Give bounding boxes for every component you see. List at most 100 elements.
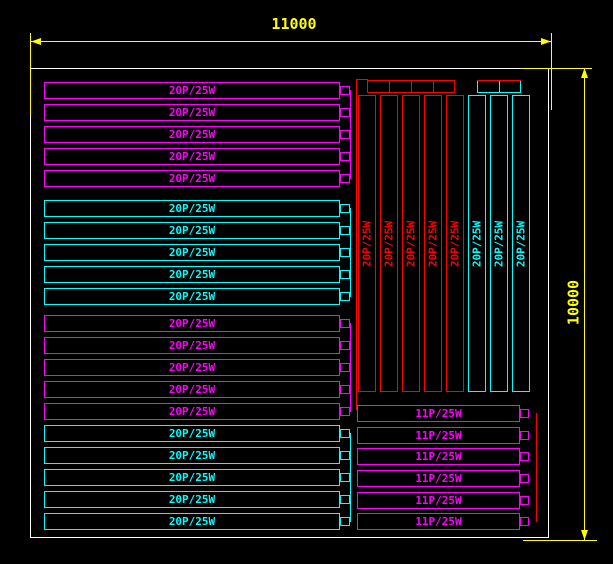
connector-stub[interactable] — [340, 108, 350, 117]
bottom-lamp-bar[interactable]: 11P/25W — [357, 405, 520, 422]
cap-top-line — [367, 80, 455, 81]
lamp-bar-label: 20P/25W — [169, 516, 215, 527]
horizontal-lamp-bar[interactable]: 20P/25W — [44, 359, 340, 376]
lamp-bar-label: 20P/25W — [169, 269, 215, 280]
vertical-lamp-bar[interactable]: 20P/25W — [446, 95, 464, 392]
horizontal-lamp-bar[interactable]: 20P/25W — [44, 469, 340, 486]
connector-stub[interactable] — [340, 130, 350, 139]
group-bus-line[interactable] — [350, 433, 351, 522]
horizontal-lamp-bar[interactable]: 20P/25W — [44, 315, 340, 332]
lamp-bar-label: 20P/25W — [169, 203, 215, 214]
vertical-lamp-bar[interactable]: 20P/25W — [358, 95, 376, 392]
horizontal-lamp-bar[interactable]: 20P/25W — [44, 425, 340, 442]
horizontal-lamp-bar[interactable]: 20P/25W — [44, 82, 340, 99]
height-dimension-line[interactable] — [584, 68, 585, 540]
horizontal-lamp-bar[interactable]: 20P/25W — [44, 200, 340, 217]
horizontal-lamp-bar[interactable]: 20P/25W — [44, 222, 340, 239]
lamp-bar-label: 20P/25W — [169, 406, 215, 417]
bottom-lamp-bar[interactable]: 11P/25W — [357, 448, 520, 465]
connector-stub[interactable] — [340, 341, 350, 350]
connector-stub[interactable] — [520, 474, 529, 483]
lamp-bar-label: 11P/25W — [415, 516, 461, 527]
connector-stub[interactable] — [340, 363, 350, 372]
vertical-lamp-bar[interactable]: 20P/25W — [402, 95, 420, 392]
vertical-lamp-bar[interactable]: 20P/25W — [468, 95, 486, 392]
lamp-bar-label: 20P/25W — [169, 129, 215, 140]
lamp-bar-label: 20P/25W — [471, 220, 484, 266]
connector-stub[interactable] — [340, 86, 350, 95]
lamp-bar-label: 20P/25W — [493, 220, 506, 266]
vertical-lamp-bar[interactable]: 20P/25W — [490, 95, 508, 392]
connector-stub[interactable] — [520, 431, 529, 440]
lamp-bar-label: 20P/25W — [169, 247, 215, 258]
connector-stub[interactable] — [340, 270, 350, 279]
lamp-bar-label: 20P/25W — [169, 384, 215, 395]
connector-stub[interactable] — [520, 496, 529, 505]
cap-divider — [433, 80, 434, 93]
connector-stub[interactable] — [340, 248, 350, 257]
horizontal-lamp-bar[interactable]: 20P/25W — [44, 104, 340, 121]
lamp-bar-label: 11P/25W — [415, 430, 461, 441]
width-dimension-label: 11000 — [266, 17, 322, 32]
lamp-bar-label: 20P/25W — [383, 220, 396, 266]
connector-stub[interactable] — [340, 407, 350, 416]
lamp-bar-label: 20P/25W — [515, 220, 528, 266]
group-bus-line[interactable] — [350, 90, 351, 179]
lamp-bar-label: 11P/25W — [415, 473, 461, 484]
connector-stub[interactable] — [520, 452, 529, 461]
horizontal-lamp-bar[interactable]: 20P/25W — [44, 447, 340, 464]
height-dimension-extension-top — [521, 68, 592, 69]
cad-drawing-canvas[interactable]: 11000 10000 20P/25W20P/25W20P/25W20P/25W… — [0, 0, 613, 564]
connector-stub[interactable] — [340, 174, 350, 183]
vertical-lamp-bar[interactable]: 20P/25W — [424, 95, 442, 392]
connector-stub[interactable] — [520, 517, 529, 526]
width-dimension-line[interactable] — [31, 41, 551, 42]
connector-stub[interactable] — [340, 517, 350, 526]
lamp-bar-label: 11P/25W — [415, 451, 461, 462]
connector-stub[interactable] — [340, 204, 350, 213]
connector-stub[interactable] — [340, 429, 350, 438]
cap-top-line — [477, 80, 521, 81]
horizontal-lamp-bar[interactable]: 20P/25W — [44, 403, 340, 420]
horizontal-lamp-bar[interactable]: 20P/25W — [44, 288, 340, 305]
lamp-bar-label: 20P/25W — [405, 220, 418, 266]
width-dimension-extension-right — [551, 33, 552, 110]
connector-stub[interactable] — [340, 226, 350, 235]
horizontal-lamp-bar[interactable]: 20P/25W — [44, 266, 340, 283]
connector-stub[interactable] — [340, 385, 350, 394]
bottom-lamp-bar[interactable]: 11P/25W — [357, 492, 520, 509]
bottom-lamp-bar[interactable]: 11P/25W — [357, 513, 520, 530]
horizontal-lamp-bar[interactable]: 20P/25W — [44, 337, 340, 354]
group-bus-line[interactable] — [350, 208, 351, 297]
lamp-bar-label: 20P/25W — [169, 173, 215, 184]
connector-stub[interactable] — [520, 409, 529, 418]
connector-stub[interactable] — [340, 152, 350, 161]
lamp-bar-label: 20P/25W — [169, 340, 215, 351]
connector-stub[interactable] — [340, 451, 350, 460]
lamp-bar-label: 20P/25W — [169, 151, 215, 162]
bottom-lamp-bar[interactable]: 11P/25W — [357, 427, 520, 444]
horizontal-lamp-bar[interactable]: 20P/25W — [44, 491, 340, 508]
horizontal-lamp-bar[interactable]: 20P/25W — [44, 170, 340, 187]
horizontal-lamp-bar[interactable]: 20P/25W — [44, 148, 340, 165]
vertical-lamp-bar[interactable]: 20P/25W — [380, 95, 398, 392]
horizontal-lamp-bar[interactable]: 20P/25W — [44, 381, 340, 398]
lamp-bar-label: 20P/25W — [169, 450, 215, 461]
connector-stub[interactable] — [340, 473, 350, 482]
horizontal-lamp-bar[interactable]: 20P/25W — [44, 126, 340, 143]
horizontal-lamp-bar[interactable]: 20P/25W — [44, 513, 340, 530]
cap-divider — [499, 80, 500, 93]
group-bus-line[interactable] — [350, 323, 351, 412]
lamp-bar-label: 20P/25W — [169, 85, 215, 96]
lamp-bar-label: 20P/25W — [169, 291, 215, 302]
connector-stub[interactable] — [340, 495, 350, 504]
group-bus-line[interactable] — [536, 413, 537, 522]
bottom-lamp-bar[interactable]: 11P/25W — [357, 470, 520, 487]
lamp-bar-label: 20P/25W — [427, 220, 440, 266]
connector-stub[interactable] — [340, 319, 350, 328]
horizontal-lamp-bar[interactable]: 20P/25W — [44, 244, 340, 261]
riser-line[interactable] — [356, 79, 357, 410]
lamp-bar-label: 11P/25W — [415, 408, 461, 419]
connector-stub[interactable] — [340, 292, 350, 301]
vertical-lamp-bar[interactable]: 20P/25W — [512, 95, 530, 392]
